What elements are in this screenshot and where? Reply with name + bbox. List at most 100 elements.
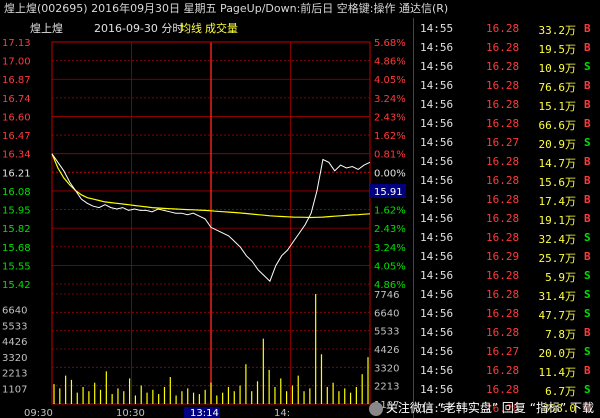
price-tick-label: 17.00 xyxy=(2,57,31,68)
percent-tick-label: 0.00% xyxy=(374,168,406,179)
volume-axis-left: 6640 5533 4426 3320 2213 1107 xyxy=(2,306,27,396)
volume-tick-label: 3320 xyxy=(374,363,399,374)
tick-list[interactable]: 14:55 16.28 33.2万 B 14:56 16.28 19.5万 B 14:56 16.… xyxy=(413,18,600,418)
volume-tick-label: 1107 xyxy=(2,384,27,395)
volume-tick-label: 6640 xyxy=(2,306,27,317)
tick-row[interactable]: 14:56 16.27 20.9万 S xyxy=(414,134,600,152)
tick-time: 14:56 xyxy=(420,383,454,396)
tick-volume: 6.7万 xyxy=(545,385,576,398)
tick-volume: 66.6万 xyxy=(538,119,577,132)
tick-time: 14:56 xyxy=(420,79,454,92)
volume-tick-label: 3320 xyxy=(2,353,27,364)
percent-tick-label: 2.43% xyxy=(374,112,406,123)
current-price-tag: 15.91 xyxy=(374,187,403,198)
intraday-chart[interactable]: 煌上煌 2016-09-30 分时 均线 成交量 17.13 17.00 16.87… xyxy=(0,18,412,418)
tick-time: 14:56 xyxy=(420,364,454,377)
tick-row[interactable]: 14:56 16.28 14.7万 B xyxy=(414,153,600,171)
tick-time: 14:56 xyxy=(420,231,454,244)
time-axis: 09:30 10:30 13:14 14: xyxy=(24,407,290,418)
tick-row[interactable]: 14:56 16.28 19.1万 B xyxy=(414,210,600,228)
percent-tick-label: 1.62% xyxy=(374,206,406,217)
tick-row[interactable]: 14:56 16.28 32.4万 S xyxy=(414,229,600,247)
tick-price: 16.28 xyxy=(486,269,520,282)
tick-row[interactable]: 14:56 16.28 10.9万 S xyxy=(414,58,600,76)
tick-row[interactable]: 14:56 16.28 5.9万 S xyxy=(414,267,600,285)
tick-volume: 20.0万 xyxy=(538,347,577,360)
tick-volume: 15.1万 xyxy=(538,100,577,113)
percent-axis: 5.68% 4.86% 4.05% 3.24% 2.43% 1.62% 0.81% 0.00%… xyxy=(374,38,406,291)
tick-volume: 25.7万 xyxy=(538,252,577,265)
tick-row[interactable]: 14:56 16.27 20.0万 S xyxy=(414,343,600,361)
chart-vol-label: 成交量 xyxy=(205,21,238,35)
tick-volume: 14.7万 xyxy=(538,157,577,170)
tick-price: 16.28 xyxy=(486,174,520,187)
tick-time: 14:56 xyxy=(420,155,454,168)
tick-side: S xyxy=(584,269,591,282)
tick-side: S xyxy=(584,231,591,244)
price-tick-label: 16.60 xyxy=(2,112,31,123)
tick-time: 14:56 xyxy=(420,288,454,301)
tick-volume: 19.1万 xyxy=(538,214,577,227)
price-tick-label: 15.95 xyxy=(2,206,31,217)
tick-time: 14:56 xyxy=(420,193,454,206)
percent-tick-label: 4.86% xyxy=(374,57,406,68)
tick-row[interactable]: 14:56 16.28 66.6万 B xyxy=(414,115,600,133)
watermark: 关注微信 “老韩实盘” 回复 “指标” 下载 xyxy=(368,399,594,416)
tick-row[interactable]: 14:56 16.28 15.6万 B xyxy=(414,172,600,190)
tick-time: 14:56 xyxy=(420,98,454,111)
tick-row[interactable]: 14:56 16.28 6.7万 S xyxy=(414,381,600,399)
tick-time: 14:56 xyxy=(420,269,454,282)
tick-side: S xyxy=(584,136,591,149)
tick-row[interactable]: 14:56 16.28 76.6万 B xyxy=(414,77,600,95)
tick-row[interactable]: 14:56 16.28 11.4万 B xyxy=(414,362,600,380)
price-axis: 17.13 17.00 16.87 16.74 16.60 16.47 16.34 16.21… xyxy=(2,38,31,291)
tick-row[interactable]: 14:55 16.28 33.2万 B xyxy=(414,20,600,38)
time-tick-label: 09:30 xyxy=(24,408,53,418)
tick-time: 14:55 xyxy=(420,22,454,35)
tick-price: 16.28 xyxy=(486,364,520,377)
tick-price: 16.28 xyxy=(486,117,520,130)
volume-tick-label: 7746 xyxy=(374,290,399,301)
tick-row[interactable]: 14:56 16.28 31.4万 S xyxy=(414,286,600,304)
tick-row[interactable]: 14:56 16.28 17.4万 B xyxy=(414,191,600,209)
tick-price: 16.28 xyxy=(486,41,520,54)
tick-price: 16.29 xyxy=(486,250,520,263)
tick-volume: 10.9万 xyxy=(538,62,577,75)
chart-stock-name: 煌上煌 xyxy=(30,22,63,35)
tick-volume: 47.7万 xyxy=(538,309,577,322)
tick-side: B xyxy=(584,364,591,377)
volume-tick-label: 6640 xyxy=(374,308,399,319)
tick-side: B xyxy=(584,212,591,225)
price-tick-label: 15.82 xyxy=(2,224,31,235)
volume-tick-label: 5533 xyxy=(374,327,399,338)
tick-row[interactable]: 14:56 16.28 19.5万 B xyxy=(414,39,600,57)
tick-side: S xyxy=(584,345,591,358)
percent-tick-label: 4.05% xyxy=(374,261,406,272)
price-tick-label: 16.87 xyxy=(2,75,31,86)
percent-tick-label: 4.05% xyxy=(374,75,406,86)
tick-side: B xyxy=(584,98,591,111)
volume-tick-label: 4426 xyxy=(2,337,27,348)
price-tick-label: 16.74 xyxy=(2,94,31,105)
tick-time: 14:56 xyxy=(420,60,454,73)
volume-tick-label: 4426 xyxy=(374,345,399,356)
tick-row[interactable]: 14:56 16.28 7.8万 B xyxy=(414,324,600,342)
tick-side: B xyxy=(584,250,591,263)
tick-time: 14:56 xyxy=(420,326,454,339)
tick-row[interactable]: 14:56 16.28 47.7万 S xyxy=(414,305,600,323)
tick-time: 14:56 xyxy=(420,174,454,187)
tick-time: 14:56 xyxy=(420,41,454,54)
time-tick-label: 14: xyxy=(274,408,290,418)
tick-volume: 19.5万 xyxy=(538,43,577,56)
tick-row[interactable]: 14:56 16.28 15.1万 B xyxy=(414,96,600,114)
percent-tick-label: 0.81% xyxy=(374,150,406,161)
tick-side: B xyxy=(584,155,591,168)
tick-row[interactable]: 14:56 16.29 25.7万 B xyxy=(414,248,600,266)
time-tick-label: 13:14 xyxy=(190,408,219,418)
price-tick-label: 16.34 xyxy=(2,150,31,161)
tick-volume: 33.2万 xyxy=(538,24,577,37)
tick-volume: 5.9万 xyxy=(545,271,576,284)
tick-price: 16.28 xyxy=(486,98,520,111)
tick-side: B xyxy=(584,79,591,92)
tick-time: 14:56 xyxy=(420,345,454,358)
